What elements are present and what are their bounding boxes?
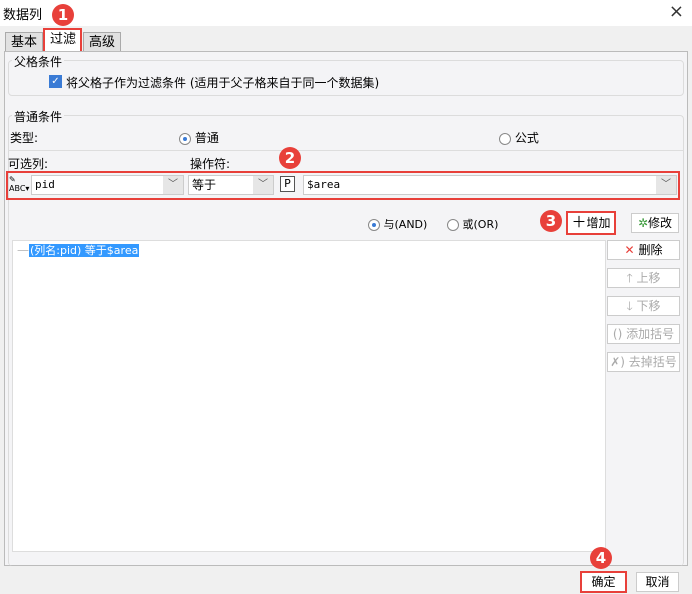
or-radio[interactable]: 或(OR) xyxy=(447,216,498,232)
annotation-badge-4: 4 xyxy=(590,547,612,569)
move-up-label: 上移 xyxy=(636,271,661,285)
delete-label: 删除 xyxy=(638,243,663,257)
annotation-badge-3: 3 xyxy=(540,210,562,232)
arrow-up-icon: 🡑 xyxy=(626,271,633,285)
operator-label: 操作符: xyxy=(190,157,231,171)
move-down-button[interactable]: 🡓 下移 xyxy=(607,296,680,316)
close-icon: ✕ xyxy=(624,243,635,257)
window-title: 数据列 xyxy=(3,8,43,23)
value-text: $area xyxy=(307,178,341,191)
type-label: 类型: xyxy=(10,131,39,145)
plus-icon: ＋ xyxy=(571,213,587,231)
parameter-icon[interactable]: P xyxy=(280,176,295,192)
type-normal-radio[interactable]: 普通 xyxy=(179,129,219,146)
arrow-down-icon: 🡓 xyxy=(626,299,633,313)
radio-icon xyxy=(447,219,459,231)
normal-group-title: 普通条件 xyxy=(12,108,65,125)
operator-value: 等于 xyxy=(192,178,217,192)
column-value: pid xyxy=(35,178,55,191)
cancel-button[interactable]: 取消 xyxy=(636,572,679,592)
remove-bracket-button[interactable]: ✗) 去掉括号 xyxy=(607,352,680,372)
value-input[interactable]: $area ﹀ xyxy=(303,175,677,195)
column-select[interactable]: pid ﹀ xyxy=(31,175,184,195)
type-formula-label: 公式 xyxy=(514,131,539,145)
gear-icon: ✲ xyxy=(637,216,649,230)
move-up-button[interactable]: 🡑 上移 xyxy=(607,268,680,288)
condition-item[interactable]: —(列名:pid) 等于$area xyxy=(13,241,605,258)
bracket-icon: () xyxy=(612,327,623,341)
delete-button[interactable]: ✕ 删除 xyxy=(607,240,680,260)
move-down-label: 下移 xyxy=(636,299,661,313)
chevron-down-icon[interactable]: ﹀ xyxy=(253,176,273,194)
type-formula-radio[interactable]: 公式 xyxy=(499,129,539,146)
annotation-box-1 xyxy=(43,28,82,53)
add-bracket-label: 添加括号 xyxy=(626,327,675,341)
and-radio[interactable]: 与(AND) xyxy=(368,216,427,232)
close-icon[interactable]: × xyxy=(669,1,684,22)
condition-text: (列名:pid) 等于$area xyxy=(29,244,140,257)
radio-icon xyxy=(499,132,511,145)
tab-basic[interactable]: 基本 xyxy=(5,32,44,52)
add-bracket-button[interactable]: () 添加括号 xyxy=(607,324,680,344)
condition-list[interactable]: —(列名:pid) 等于$area xyxy=(12,240,606,552)
and-label: 与(AND) xyxy=(383,218,428,231)
annotation-badge-2: 2 xyxy=(279,147,301,169)
remove-bracket-label: 去掉括号 xyxy=(628,355,677,369)
radio-icon xyxy=(368,219,380,231)
column-label: 可选列: xyxy=(8,157,49,171)
parent-filter-checkbox[interactable]: ✓ xyxy=(49,75,62,88)
type-normal-label: 普通 xyxy=(194,131,219,145)
divider xyxy=(8,150,684,151)
annotation-badge-1: 1 xyxy=(52,4,74,26)
ok-button[interactable]: 确定 xyxy=(580,571,627,593)
add-label: 增加 xyxy=(586,216,611,230)
title-bar: 数据列 × xyxy=(0,0,692,26)
add-button[interactable]: ＋增加 xyxy=(566,211,616,235)
modify-label: 修改 xyxy=(648,216,673,230)
column-type-icon[interactable]: ✎ ABC▾ xyxy=(9,175,29,193)
chevron-down-icon[interactable]: ﹀ xyxy=(163,176,183,194)
chevron-down-icon[interactable]: ﹀ xyxy=(656,176,676,194)
parent-group-title: 父格条件 xyxy=(12,53,65,70)
radio-icon xyxy=(179,132,191,145)
or-label: 或(OR) xyxy=(462,218,499,231)
modify-button[interactable]: ✲修改 xyxy=(631,213,679,233)
tab-advanced[interactable]: 高级 xyxy=(83,32,122,52)
operator-select[interactable]: 等于 ﹀ xyxy=(188,175,274,195)
remove-bracket-icon: ✗) xyxy=(610,355,625,369)
parent-filter-label: 将父格子作为过滤条件 (适用于父子格来自于同一个数据集) xyxy=(66,76,380,90)
